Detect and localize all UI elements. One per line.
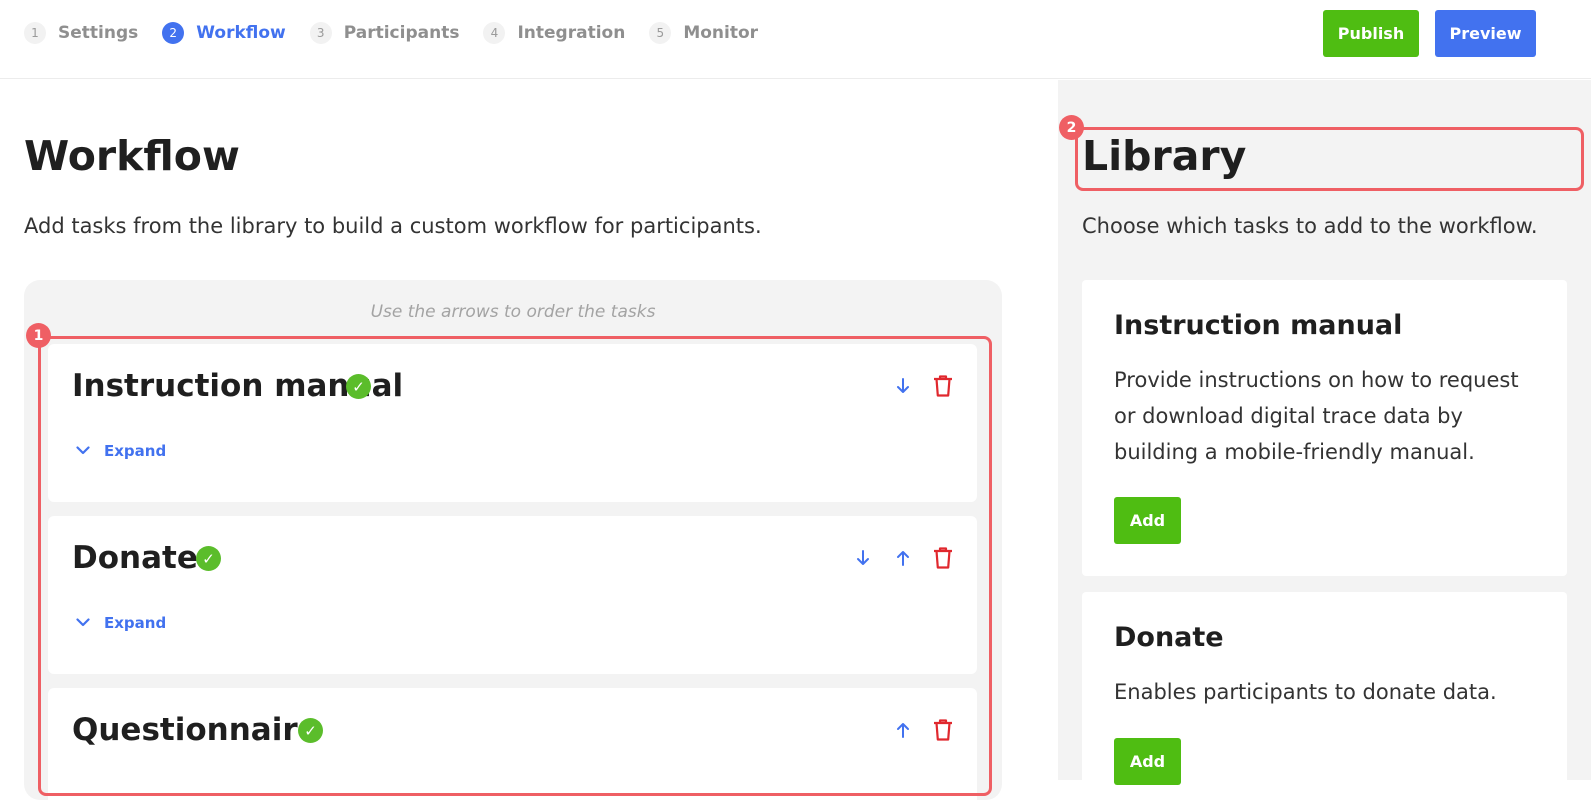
library-item-card: Donate Enables participants to donate da… — [1082, 592, 1567, 792]
arrow-up-icon — [897, 551, 909, 566]
stepper: 1 Settings 2 Workflow 3 Participants 4 I… — [24, 22, 782, 44]
ordering-hint: Use the arrows to order the tasks — [370, 302, 656, 322]
workflow-task-card: Instruction manual ✓ Expand — [48, 344, 977, 502]
trash-icon — [934, 719, 952, 741]
step-label: Settings — [58, 23, 139, 43]
library-item-title: Instruction manual — [1114, 310, 1403, 341]
task-actions — [873, 718, 953, 742]
move-down-button[interactable] — [853, 546, 873, 570]
step-monitor[interactable]: 5 Monitor — [649, 22, 758, 44]
move-up-button[interactable] — [893, 546, 913, 570]
step-label: Monitor — [683, 23, 759, 43]
top-bar: 1 Settings 2 Workflow 3 Participants 4 I… — [0, 0, 1591, 79]
workflow-tasks-panel: Use the arrows to order the tasks Instru… — [24, 280, 1002, 800]
task-actions — [833, 546, 953, 570]
check-circle-icon: ✓ — [196, 546, 221, 571]
step-label: Integration — [517, 23, 626, 43]
add-button[interactable]: Add — [1114, 497, 1181, 544]
library-section: Library Choose which tasks to add to the… — [1058, 80, 1591, 792]
delete-button[interactable] — [933, 374, 953, 398]
task-title: Questionnaire — [72, 712, 319, 748]
step-integration[interactable]: 4 Integration — [483, 22, 625, 44]
arrow-up-icon — [897, 723, 909, 738]
step-number: 3 — [309, 22, 332, 44]
step-settings[interactable]: 1 Settings — [24, 22, 138, 44]
arrow-down-icon — [857, 550, 869, 565]
step-number: 5 — [649, 22, 672, 44]
trash-icon — [934, 375, 952, 397]
step-label: Participants — [343, 23, 460, 43]
delete-button[interactable] — [933, 718, 953, 742]
move-down-button[interactable] — [893, 374, 913, 398]
arrow-down-icon — [897, 378, 909, 393]
library-item-description: Provide instructions on how to request o… — [1114, 368, 1519, 464]
chevron-down-icon — [76, 615, 90, 631]
step-number: 2 — [162, 22, 185, 44]
expand-label: Expand — [104, 442, 167, 460]
publish-button[interactable]: Publish — [1323, 10, 1419, 57]
task-title: Donate — [72, 540, 198, 576]
highlight-badge: 1 — [26, 323, 51, 348]
step-workflow[interactable]: 2 Workflow — [162, 22, 286, 44]
step-number: 1 — [24, 22, 46, 44]
workflow-task-card: Donate ✓ Expand — [48, 516, 977, 674]
library-item-description: Enables participants to donate data. — [1114, 680, 1497, 704]
chevron-down-icon — [76, 443, 90, 459]
task-actions — [873, 374, 953, 398]
trash-icon — [934, 547, 952, 569]
move-up-button[interactable] — [893, 718, 913, 742]
page-description: Add tasks from the library to build a cu… — [24, 214, 762, 238]
library-title: Library — [1082, 132, 1247, 180]
preview-button[interactable]: Preview — [1435, 10, 1536, 57]
workflow-task-card: Questionnaire ✓ — [48, 688, 977, 800]
step-number: 4 — [483, 22, 506, 44]
expand-toggle[interactable]: Expand — [76, 614, 166, 632]
page-title: Workflow — [24, 132, 240, 180]
library-item-title: Donate — [1114, 622, 1224, 653]
step-label: Workflow — [196, 23, 286, 43]
add-button[interactable]: Add — [1114, 738, 1181, 785]
workflow-section: Workflow Add tasks from the library to b… — [0, 80, 1058, 800]
delete-button[interactable] — [933, 546, 953, 570]
check-circle-icon: ✓ — [298, 718, 323, 743]
expand-label: Expand — [104, 614, 167, 632]
library-item-card: Instruction manual Provide instructions … — [1082, 280, 1567, 576]
expand-toggle[interactable]: Expand — [76, 442, 166, 460]
library-description: Choose which tasks to add to the workflo… — [1082, 214, 1538, 238]
check-circle-icon: ✓ — [346, 374, 371, 399]
step-participants[interactable]: 3 Participants — [309, 22, 460, 44]
highlight-badge: 2 — [1059, 115, 1084, 140]
